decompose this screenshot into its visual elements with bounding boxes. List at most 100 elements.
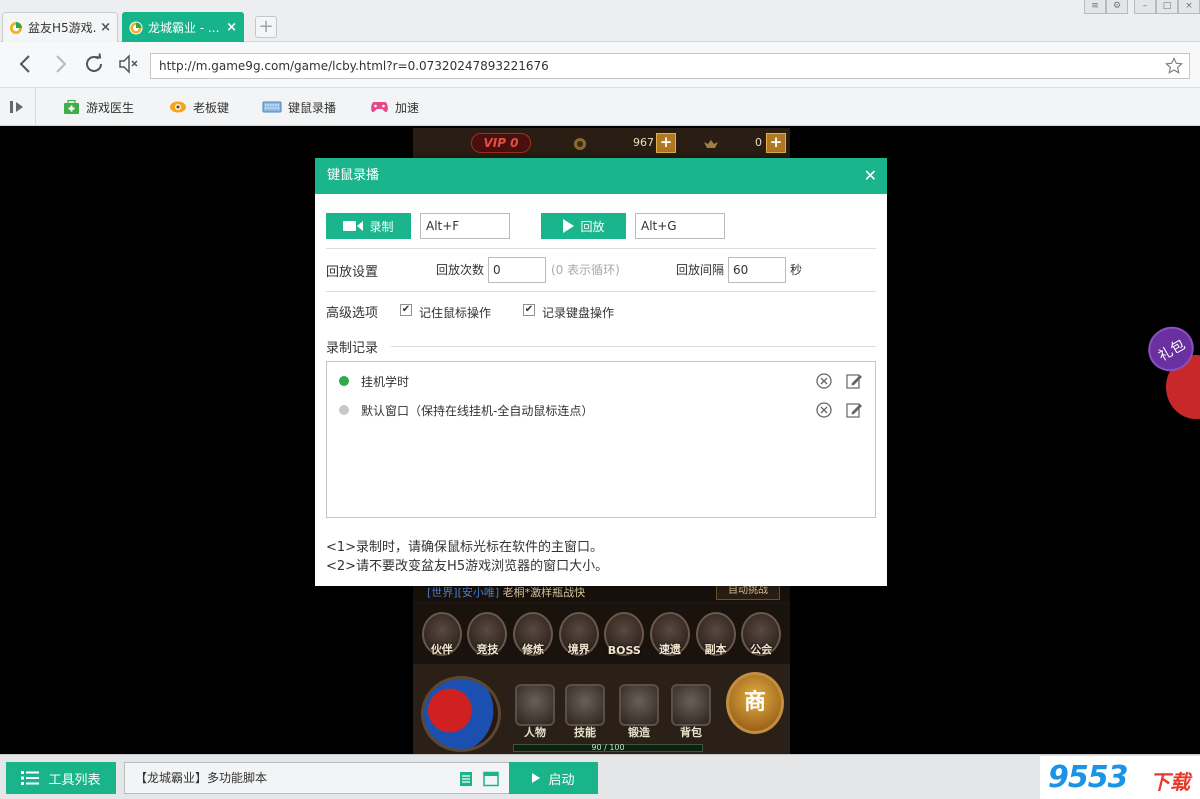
- gamepad-icon: [371, 102, 388, 112]
- status-dot-inactive: [339, 405, 349, 415]
- playback-button-label: 回放: [580, 219, 605, 234]
- delete-icon[interactable]: [815, 401, 833, 419]
- menu-label: 境界: [567, 643, 590, 656]
- tool-game-doctor[interactable]: 游戏医生: [63, 98, 134, 116]
- play-icon: [532, 773, 541, 783]
- window-controls: ≡ ⚙ – □ ×: [1084, 0, 1200, 14]
- minimize-icon[interactable]: –: [1134, 0, 1156, 14]
- record-item[interactable]: 挂机学时: [327, 370, 875, 392]
- playback-hotkey-field[interactable]: Alt+G: [635, 213, 725, 239]
- hud-skills-button[interactable]: 技能: [565, 684, 605, 739]
- back-icon[interactable]: [14, 52, 38, 76]
- dialog-close-icon[interactable]: ✕: [864, 158, 877, 194]
- game-menu-relic[interactable]: 速遗: [649, 612, 690, 656]
- navigation-bar: http://m.game9g.com/game/lcby.html?r=0.0…: [0, 42, 1200, 88]
- menu-label: 公会: [750, 643, 773, 656]
- tool-list-label: 工具列表: [48, 772, 101, 788]
- menu-label: 竞技: [476, 643, 499, 656]
- hp-mp-orb: [421, 676, 501, 752]
- close-tab-icon[interactable]: ×: [100, 20, 111, 35]
- sidebar-toggle-icon: [9, 101, 23, 113]
- records-list: 挂机学时 默认窗口（保持在线挂机-全自动鼠标连点）: [326, 361, 876, 518]
- menu-label: 伙伴: [430, 643, 453, 656]
- hud-bag-button[interactable]: 背包: [671, 684, 711, 739]
- record-item[interactable]: 默认窗口（保持在线挂机-全自动鼠标连点）: [327, 399, 875, 421]
- divider: [391, 346, 876, 347]
- add-gold-button[interactable]: +: [656, 133, 676, 153]
- record-hotkey-field[interactable]: Alt+F: [420, 213, 510, 239]
- menu-label: 速遗: [658, 643, 681, 656]
- hud-forge-button[interactable]: 锻造: [619, 684, 659, 739]
- records-section-label: 录制记录: [326, 341, 379, 356]
- menu-label: BOSS: [607, 644, 641, 657]
- remember-mouse-label[interactable]: 记住鼠标操作: [419, 304, 491, 321]
- ingot-amount: 0: [755, 136, 762, 149]
- menu-icon[interactable]: ≡: [1084, 0, 1106, 14]
- tab-longcheng[interactable]: 龙城霸业 - ... ×: [122, 12, 244, 42]
- vip-badge[interactable]: VIP 0: [471, 133, 531, 153]
- script-selector[interactable]: 【龙城霸业】多功能脚本: [124, 762, 510, 794]
- window-icon[interactable]: [483, 771, 499, 787]
- record-button-label: 录制: [369, 219, 394, 234]
- game-menu-boss[interactable]: BOSS: [604, 612, 645, 657]
- hud-character-button[interactable]: 人物: [515, 684, 555, 739]
- sidebar-toggle-button[interactable]: [0, 88, 36, 126]
- game-menu-partner[interactable]: 伙伴: [421, 612, 462, 656]
- close-tab-icon[interactable]: ×: [226, 20, 237, 35]
- exp-bar: 90 / 100: [513, 744, 703, 752]
- document-icon[interactable]: [458, 771, 474, 787]
- video-camera-icon: [343, 221, 364, 231]
- address-bar-input[interactable]: http://m.game9g.com/game/lcby.html?r=0.0…: [150, 53, 1190, 79]
- medkit-icon: [64, 99, 79, 114]
- watermark-label: 下载: [1150, 770, 1190, 794]
- game-hud: 人物 技能 锻造 背包 商 90 / 100: [413, 664, 790, 754]
- game-menu-realm[interactable]: 境界: [558, 612, 599, 656]
- playback-count-label: 回放次数: [436, 263, 485, 277]
- tool-speedup[interactable]: 加速: [370, 98, 419, 116]
- settings-gear-icon[interactable]: ⚙: [1106, 0, 1128, 14]
- edit-icon[interactable]: [845, 401, 863, 419]
- bookmark-star-icon[interactable]: [1165, 57, 1183, 75]
- playback-button[interactable]: 回放: [541, 213, 626, 239]
- playback-interval-label: 回放间隔: [676, 263, 725, 277]
- record-keyboard-label[interactable]: 记录键盘操作: [542, 304, 614, 321]
- status-dot-active: [339, 376, 349, 386]
- playback-count-input[interactable]: 0: [488, 257, 546, 283]
- mute-speaker-icon[interactable]: [116, 52, 140, 76]
- tab-pengyou-h5[interactable]: 盆友H5游戏... ×: [2, 12, 118, 42]
- chat-message: 老桐*激样瓶战快: [499, 586, 586, 599]
- playback-interval-input[interactable]: 60: [728, 257, 786, 283]
- divider: [326, 291, 876, 292]
- maximize-icon[interactable]: □: [1156, 0, 1178, 14]
- remember-mouse-checkbox[interactable]: ✔: [400, 304, 412, 316]
- delete-icon[interactable]: [815, 372, 833, 390]
- tool-label: 老板键: [193, 100, 230, 115]
- tool-boss-key[interactable]: 老板键: [169, 98, 229, 116]
- game-menu-arena[interactable]: 竞技: [467, 612, 508, 656]
- record-button[interactable]: 录制: [326, 213, 411, 239]
- coin-icon: [574, 138, 586, 150]
- refresh-icon[interactable]: [82, 52, 106, 76]
- usage-notes: <1>录制时，请确保鼠标光标在软件的主窗口。 <2>请不要改变盆友H5游戏浏览器…: [326, 538, 608, 576]
- record-name: 挂机学时: [361, 374, 410, 389]
- add-ingot-button[interactable]: +: [766, 133, 786, 153]
- play-icon: [563, 219, 575, 233]
- start-button[interactable]: 启动: [509, 762, 598, 794]
- forward-icon[interactable]: [48, 52, 72, 76]
- tool-keymouse-record[interactable]: 键鼠录播: [262, 98, 336, 116]
- tool-list-button[interactable]: 工具列表: [6, 762, 116, 794]
- note-line: <2>请不要改变盆友H5游戏浏览器的窗口大小。: [326, 559, 609, 574]
- game-menu-cultivate[interactable]: 修炼: [513, 612, 554, 656]
- interval-unit-label: 秒: [790, 263, 803, 277]
- shop-button[interactable]: 商: [726, 672, 784, 734]
- edit-icon[interactable]: [845, 372, 863, 390]
- gold-amount: 967: [633, 136, 654, 149]
- record-keyboard-checkbox[interactable]: ✔: [523, 304, 535, 316]
- new-tab-button[interactable]: +: [255, 16, 277, 38]
- close-window-icon[interactable]: ×: [1178, 0, 1200, 14]
- keymouse-record-dialog: 键鼠录播 ✕ 录制 Alt+F 回放 Alt+G 回放设置 回放次数 0 (0 …: [315, 158, 887, 586]
- tab-title: 盆友H5游戏...: [28, 21, 98, 35]
- game-menu-dungeon[interactable]: 副本: [695, 612, 736, 656]
- game-menu-guild[interactable]: 公会: [741, 612, 782, 656]
- browser-logo-icon: [10, 21, 22, 34]
